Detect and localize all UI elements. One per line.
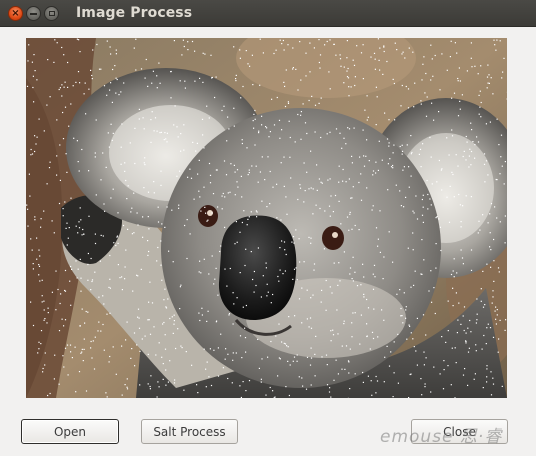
open-button[interactable]: Open [21,419,119,444]
salt-process-button[interactable]: Salt Process [141,419,238,444]
maximize-icon [48,11,55,16]
close-button[interactable]: Close [411,419,508,444]
image-display [26,38,507,398]
window-close-button[interactable]: × [8,6,23,21]
window-maximize-button[interactable] [44,6,59,21]
window-minimize-button[interactable] [26,6,41,21]
koala-image [26,38,507,398]
close-icon: × [11,7,20,19]
title-bar[interactable]: × Image Process [0,0,536,27]
window-title: Image Process [76,5,193,21]
minimize-icon [30,12,37,15]
app-window: × Image Process Open Salt Process Close … [0,0,536,456]
